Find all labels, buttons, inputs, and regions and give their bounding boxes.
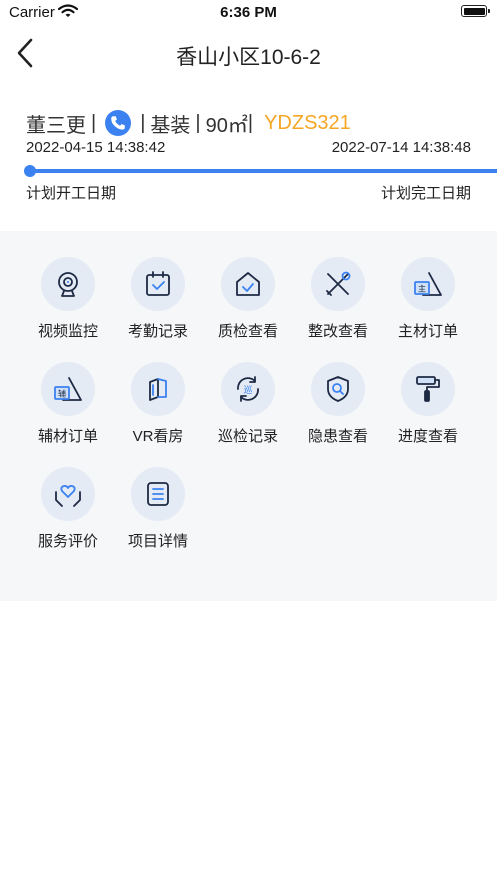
menu-item-rectification[interactable]: 整改查看: [293, 231, 383, 340]
battery-icon: [461, 5, 490, 17]
status-bar: Carrier 6:36 PM: [0, 0, 497, 26]
progress-fill: [26, 169, 497, 173]
project-code: YDZS321: [264, 111, 351, 134]
start-date-label: 计划开工日期: [26, 185, 117, 202]
patrol-icon: 巡: [221, 362, 275, 416]
menu-item-main-material-order[interactable]: 主 主材订单: [383, 231, 473, 340]
menu-item-video-monitor[interactable]: 视频监控: [23, 231, 113, 340]
svg-text:辅: 辅: [58, 389, 66, 399]
project-info: 董三更 | | 基装 | 90㎡ | YDZS321: [26, 110, 497, 137]
aux-material-icon: 辅: [41, 362, 95, 416]
svg-text:主: 主: [418, 284, 426, 294]
menu-item-label: 巡检记录: [217, 428, 278, 445]
schedule-progress: [24, 165, 497, 177]
chevron-left-icon: [17, 38, 33, 68]
menu-item-label: 项目详情: [127, 533, 188, 550]
status-time: 6:36 PM: [220, 4, 277, 21]
plan-date-labels: 计划开工日期 计划完工日期: [26, 182, 471, 202]
main-material-icon: 主: [401, 257, 455, 311]
calendar-check-icon: [131, 257, 185, 311]
heart-hands-icon: [41, 467, 95, 521]
plan-dates: 2022-04-15 14:38:42 2022-07-14 14:38:48: [26, 139, 471, 159]
menu-item-patrol-record[interactable]: 巡 巡检记录: [203, 336, 293, 445]
house-area: 90㎡: [205, 114, 248, 137]
menu-item-project-details[interactable]: 项目详情: [113, 441, 203, 550]
phone-icon: [111, 116, 126, 130]
house-check-icon: [221, 257, 275, 311]
page-title: 香山小区10-6-2: [176, 46, 321, 69]
function-menu: 视频监控 考勤记录 质检查看 整改查看 主 主材订单 辅 辅材订单 VR看房 巡…: [0, 231, 497, 601]
menu-item-aux-material-order[interactable]: 辅 辅材订单: [23, 336, 113, 445]
end-date: 2022-07-14 14:38:48: [331, 139, 471, 156]
menu-item-quality-check[interactable]: 质检查看: [203, 231, 293, 340]
menu-item-hazard-check[interactable]: 隐患查看: [293, 336, 383, 445]
decoration-type: 基装: [150, 114, 191, 137]
camera-icon: [41, 257, 95, 311]
menu-item-vr-tour[interactable]: VR看房: [113, 336, 203, 445]
menu-item-label: 隐患查看: [307, 428, 368, 445]
paint-roller-icon: [401, 362, 455, 416]
nav-bar: 香山小区10-6-2: [0, 28, 497, 80]
call-button[interactable]: [105, 110, 132, 136]
back-button[interactable]: [12, 36, 46, 72]
vr-icon: [131, 362, 185, 416]
svg-text:巡: 巡: [243, 385, 252, 396]
list-icon: [131, 467, 185, 521]
tools-icon: [311, 257, 365, 311]
shield-search-icon: [311, 362, 365, 416]
end-date-label: 计划完工日期: [380, 185, 471, 202]
progress-start-knob: [24, 165, 36, 177]
owner-name: 董三更: [26, 114, 86, 137]
start-date: 2022-04-15 14:38:42: [26, 139, 166, 156]
menu-item-service-rating[interactable]: 服务评价: [23, 441, 113, 550]
menu-item-progress-view[interactable]: 进度查看: [383, 336, 473, 445]
menu-item-label: 进度查看: [397, 428, 458, 445]
menu-item-attendance[interactable]: 考勤记录: [113, 231, 203, 340]
menu-item-label: 服务评价: [37, 533, 98, 550]
